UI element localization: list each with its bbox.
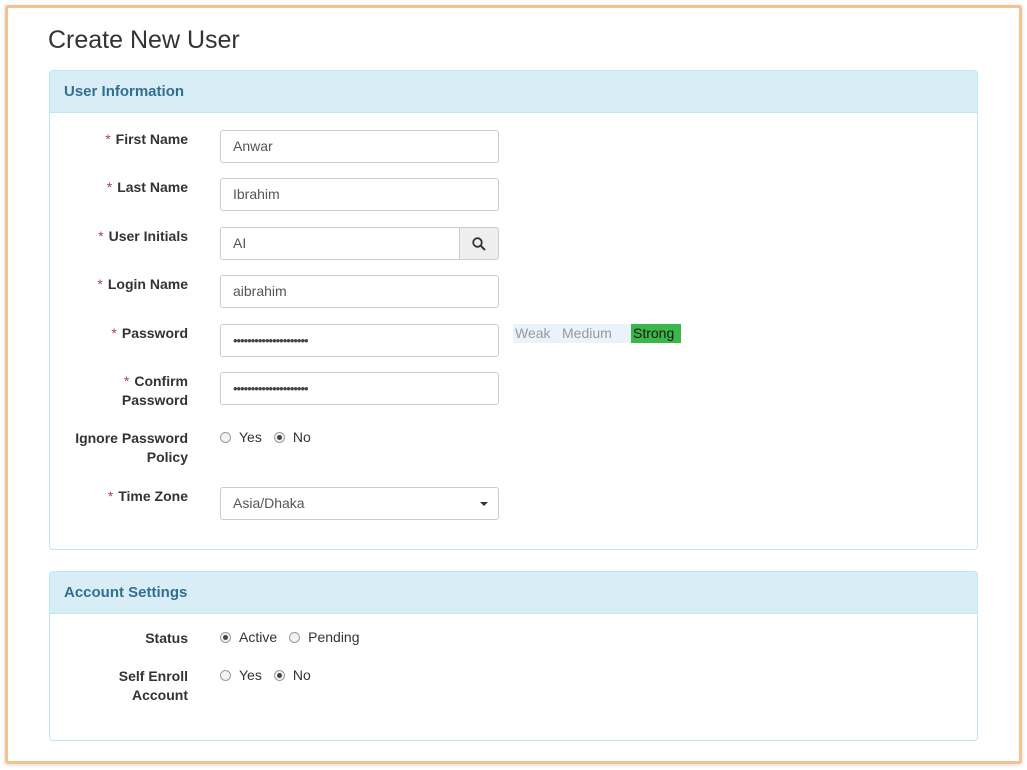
ignore-policy-radio-group: Yes No bbox=[220, 429, 323, 445]
user-information-heading: User Information bbox=[50, 71, 977, 113]
last-name-label: * Last Name bbox=[106, 179, 188, 195]
required-mark: * bbox=[111, 325, 117, 341]
required-mark: * bbox=[123, 373, 130, 389]
user-initials-label: * User Initials bbox=[98, 228, 188, 244]
initials-search-button[interactable] bbox=[459, 227, 499, 260]
first-name-input[interactable]: Anwar bbox=[220, 130, 499, 163]
required-mark: * bbox=[105, 131, 111, 147]
account-settings-heading: Account Settings bbox=[50, 572, 977, 614]
time-zone-select[interactable]: Asia/Dhaka bbox=[220, 487, 499, 520]
self-enroll-radio-group: Yes No bbox=[220, 667, 323, 683]
self-enroll-label: Self Enroll Account bbox=[118, 668, 188, 703]
status-radio-group: Active Pending bbox=[220, 629, 372, 645]
ignore-policy-label: Ignore Password Policy bbox=[75, 430, 188, 465]
status-active-radio[interactable] bbox=[220, 631, 231, 643]
confirm-password-label: * Confirm Password bbox=[121, 373, 188, 408]
ignore-policy-no-radio[interactable] bbox=[273, 431, 285, 443]
self-enroll-no-label: No bbox=[292, 667, 311, 683]
time-zone-value: Asia/Dhaka bbox=[233, 495, 305, 511]
required-mark: * bbox=[97, 276, 103, 292]
self-enroll-yes-radio[interactable] bbox=[220, 669, 231, 681]
strength-medium: Medium bbox=[556, 324, 631, 343]
password-label: * Password bbox=[111, 325, 188, 341]
strength-weak: Weak bbox=[513, 324, 556, 343]
first-name-label: * First Name bbox=[105, 131, 188, 147]
ignore-policy-yes-radio[interactable] bbox=[220, 431, 231, 443]
status-pending-radio[interactable] bbox=[289, 631, 301, 643]
password-strength-meter: Weak Medium Strong bbox=[513, 324, 681, 343]
status-pending-label: Pending bbox=[308, 629, 360, 645]
self-enroll-yes-label: Yes bbox=[239, 667, 262, 683]
ignore-policy-no-label: No bbox=[292, 429, 311, 445]
required-mark: * bbox=[106, 179, 113, 195]
ignore-policy-yes-label: Yes bbox=[239, 429, 262, 445]
last-name-input[interactable]: Ibrahim bbox=[220, 178, 499, 211]
login-name-label: * Login Name bbox=[97, 276, 188, 292]
self-enroll-no-radio[interactable] bbox=[273, 669, 285, 681]
confirm-password-input[interactable]: ••••••••••••••••••••• bbox=[220, 372, 499, 405]
required-mark: * bbox=[98, 228, 104, 244]
status-label: Status bbox=[145, 630, 188, 646]
time-zone-label: * Time Zone bbox=[107, 488, 188, 504]
user-information-panel: User Information * First Name Anwar * Last… bbox=[49, 70, 978, 550]
password-input[interactable]: ••••••••••••••••••••• bbox=[220, 324, 499, 357]
chevron-down-icon bbox=[480, 502, 488, 506]
login-name-input[interactable]: aibrahim bbox=[220, 275, 499, 308]
user-initials-input[interactable]: AI bbox=[220, 227, 460, 260]
search-icon bbox=[472, 236, 486, 251]
account-settings-panel: Account Settings Status Active Pending S… bbox=[49, 571, 978, 741]
page-title: Create New User bbox=[48, 26, 240, 54]
strength-strong: Strong bbox=[631, 324, 681, 343]
status-active-label: Active bbox=[239, 629, 278, 645]
required-mark: * bbox=[107, 488, 114, 504]
